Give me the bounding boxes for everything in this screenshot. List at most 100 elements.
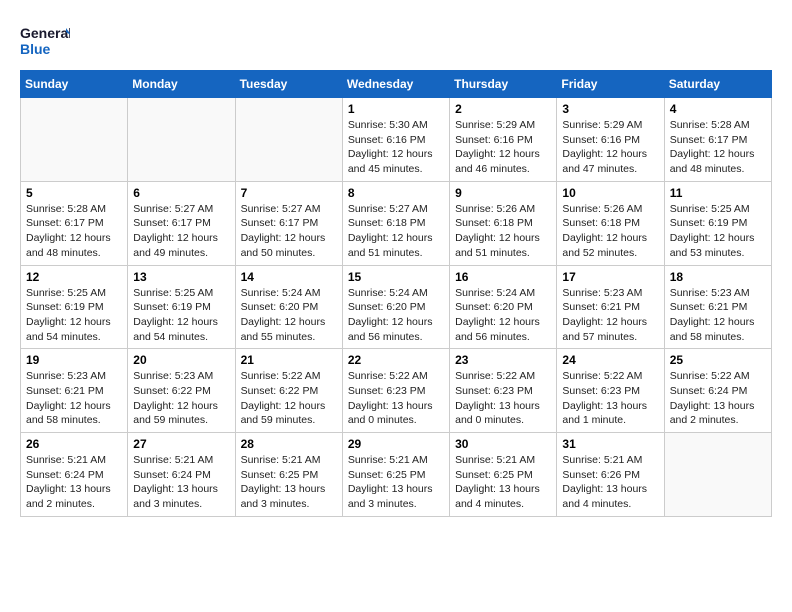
calendar-cell: 24 Sunrise: 5:22 AM Sunset: 6:23 PM Dayli… <box>557 349 664 433</box>
calendar-cell: 25 Sunrise: 5:22 AM Sunset: 6:24 PM Dayli… <box>664 349 771 433</box>
day-info: Sunrise: 5:26 AM Sunset: 6:18 PM Dayligh… <box>562 202 658 261</box>
day-info: Sunrise: 5:27 AM Sunset: 6:18 PM Dayligh… <box>348 202 444 261</box>
svg-text:Blue: Blue <box>20 41 51 57</box>
calendar-cell <box>664 433 771 517</box>
day-number: 17 <box>562 270 658 284</box>
day-number: 8 <box>348 186 444 200</box>
day-number: 19 <box>26 353 122 367</box>
day-number: 11 <box>670 186 766 200</box>
calendar-header-row: SundayMondayTuesdayWednesdayThursdayFrid… <box>21 71 772 98</box>
calendar-cell: 13 Sunrise: 5:25 AM Sunset: 6:19 PM Dayli… <box>128 265 235 349</box>
day-info: Sunrise: 5:25 AM Sunset: 6:19 PM Dayligh… <box>133 286 229 345</box>
calendar-cell: 19 Sunrise: 5:23 AM Sunset: 6:21 PM Dayli… <box>21 349 128 433</box>
day-number: 13 <box>133 270 229 284</box>
day-number: 10 <box>562 186 658 200</box>
day-info: Sunrise: 5:22 AM Sunset: 6:23 PM Dayligh… <box>562 369 658 428</box>
calendar-cell: 28 Sunrise: 5:21 AM Sunset: 6:25 PM Dayli… <box>235 433 342 517</box>
day-number: 31 <box>562 437 658 451</box>
day-number: 27 <box>133 437 229 451</box>
page-header: General Blue <box>20 20 772 60</box>
svg-text:General: General <box>20 25 70 41</box>
logo-icon: General Blue <box>20 20 70 60</box>
day-info: Sunrise: 5:28 AM Sunset: 6:17 PM Dayligh… <box>670 118 766 177</box>
day-info: Sunrise: 5:22 AM Sunset: 6:23 PM Dayligh… <box>348 369 444 428</box>
day-info: Sunrise: 5:23 AM Sunset: 6:21 PM Dayligh… <box>670 286 766 345</box>
day-number: 15 <box>348 270 444 284</box>
day-number: 2 <box>455 102 551 116</box>
calendar-cell: 16 Sunrise: 5:24 AM Sunset: 6:20 PM Dayli… <box>450 265 557 349</box>
calendar-cell: 11 Sunrise: 5:25 AM Sunset: 6:19 PM Dayli… <box>664 181 771 265</box>
calendar-cell: 18 Sunrise: 5:23 AM Sunset: 6:21 PM Dayli… <box>664 265 771 349</box>
day-of-week-header: Saturday <box>664 71 771 98</box>
calendar-cell: 20Sunrise: 5:23 AM Sunset: 6:22 PM Dayli… <box>128 349 235 433</box>
day-number: 26 <box>26 437 122 451</box>
day-number: 22 <box>348 353 444 367</box>
day-number: 3 <box>562 102 658 116</box>
day-info: Sunrise: 5:27 AM Sunset: 6:17 PM Dayligh… <box>133 202 229 261</box>
day-info: Sunrise: 5:25 AM Sunset: 6:19 PM Dayligh… <box>670 202 766 261</box>
day-info: Sunrise: 5:21 AM Sunset: 6:24 PM Dayligh… <box>133 453 229 512</box>
day-number: 23 <box>455 353 551 367</box>
day-info: Sunrise: 5:26 AM Sunset: 6:18 PM Dayligh… <box>455 202 551 261</box>
day-info: Sunrise: 5:22 AM Sunset: 6:23 PM Dayligh… <box>455 369 551 428</box>
day-info: Sunrise: 5:24 AM Sunset: 6:20 PM Dayligh… <box>455 286 551 345</box>
day-info: Sunrise: 5:30 AM Sunset: 6:16 PM Dayligh… <box>348 118 444 177</box>
day-info: Sunrise: 5:23 AM Sunset: 6:21 PM Dayligh… <box>26 369 122 428</box>
calendar-cell: 1 Sunrise: 5:30 AM Sunset: 6:16 PM Daylig… <box>342 98 449 182</box>
calendar-cell: 8 Sunrise: 5:27 AM Sunset: 6:18 PM Daylig… <box>342 181 449 265</box>
calendar-cell <box>21 98 128 182</box>
day-info: Sunrise: 5:29 AM Sunset: 6:16 PM Dayligh… <box>455 118 551 177</box>
day-number: 1 <box>348 102 444 116</box>
calendar-table: SundayMondayTuesdayWednesdayThursdayFrid… <box>20 70 772 517</box>
day-number: 4 <box>670 102 766 116</box>
calendar-cell: 10 Sunrise: 5:26 AM Sunset: 6:18 PM Dayli… <box>557 181 664 265</box>
day-info: Sunrise: 5:28 AM Sunset: 6:17 PM Dayligh… <box>26 202 122 261</box>
calendar-cell: 23 Sunrise: 5:22 AM Sunset: 6:23 PM Dayli… <box>450 349 557 433</box>
day-info: Sunrise: 5:23 AM Sunset: 6:22 PM Dayligh… <box>133 369 229 428</box>
day-of-week-header: Tuesday <box>235 71 342 98</box>
logo: General Blue <box>20 20 70 60</box>
day-info: Sunrise: 5:21 AM Sunset: 6:24 PM Dayligh… <box>26 453 122 512</box>
calendar-cell: 15 Sunrise: 5:24 AM Sunset: 6:20 PM Dayli… <box>342 265 449 349</box>
calendar-cell: 12 Sunrise: 5:25 AM Sunset: 6:19 PM Dayli… <box>21 265 128 349</box>
day-number: 5 <box>26 186 122 200</box>
day-number: 18 <box>670 270 766 284</box>
calendar-cell: 17 Sunrise: 5:23 AM Sunset: 6:21 PM Dayli… <box>557 265 664 349</box>
day-number: 21 <box>241 353 337 367</box>
calendar-cell: 31Sunrise: 5:21 AM Sunset: 6:26 PM Dayli… <box>557 433 664 517</box>
day-info: Sunrise: 5:27 AM Sunset: 6:17 PM Dayligh… <box>241 202 337 261</box>
day-number: 9 <box>455 186 551 200</box>
calendar-cell: 22 Sunrise: 5:22 AM Sunset: 6:23 PM Dayli… <box>342 349 449 433</box>
day-info: Sunrise: 5:23 AM Sunset: 6:21 PM Dayligh… <box>562 286 658 345</box>
day-number: 14 <box>241 270 337 284</box>
day-number: 28 <box>241 437 337 451</box>
calendar-cell <box>128 98 235 182</box>
calendar-week-row: 26 Sunrise: 5:21 AM Sunset: 6:24 PM Dayli… <box>21 433 772 517</box>
calendar-cell: 2 Sunrise: 5:29 AM Sunset: 6:16 PM Daylig… <box>450 98 557 182</box>
day-number: 16 <box>455 270 551 284</box>
day-info: Sunrise: 5:24 AM Sunset: 6:20 PM Dayligh… <box>348 286 444 345</box>
day-info: Sunrise: 5:25 AM Sunset: 6:19 PM Dayligh… <box>26 286 122 345</box>
day-number: 30 <box>455 437 551 451</box>
day-info: Sunrise: 5:24 AM Sunset: 6:20 PM Dayligh… <box>241 286 337 345</box>
day-of-week-header: Thursday <box>450 71 557 98</box>
day-number: 7 <box>241 186 337 200</box>
day-number: 24 <box>562 353 658 367</box>
day-info: Sunrise: 5:29 AM Sunset: 6:16 PM Dayligh… <box>562 118 658 177</box>
calendar-cell: 6 Sunrise: 5:27 AM Sunset: 6:17 PM Daylig… <box>128 181 235 265</box>
day-info: Sunrise: 5:21 AM Sunset: 6:25 PM Dayligh… <box>241 453 337 512</box>
day-number: 25 <box>670 353 766 367</box>
day-info: Sunrise: 5:21 AM Sunset: 6:25 PM Dayligh… <box>348 453 444 512</box>
calendar-week-row: 1 Sunrise: 5:30 AM Sunset: 6:16 PM Daylig… <box>21 98 772 182</box>
day-number: 29 <box>348 437 444 451</box>
day-number: 6 <box>133 186 229 200</box>
day-info: Sunrise: 5:22 AM Sunset: 6:24 PM Dayligh… <box>670 369 766 428</box>
calendar-cell: 30 Sunrise: 5:21 AM Sunset: 6:25 PM Dayli… <box>450 433 557 517</box>
day-info: Sunrise: 5:21 AM Sunset: 6:25 PM Dayligh… <box>455 453 551 512</box>
calendar-cell: 4 Sunrise: 5:28 AM Sunset: 6:17 PM Daylig… <box>664 98 771 182</box>
day-of-week-header: Sunday <box>21 71 128 98</box>
calendar-cell <box>235 98 342 182</box>
day-of-week-header: Wednesday <box>342 71 449 98</box>
calendar-cell: 3 Sunrise: 5:29 AM Sunset: 6:16 PM Daylig… <box>557 98 664 182</box>
day-number: 12 <box>26 270 122 284</box>
